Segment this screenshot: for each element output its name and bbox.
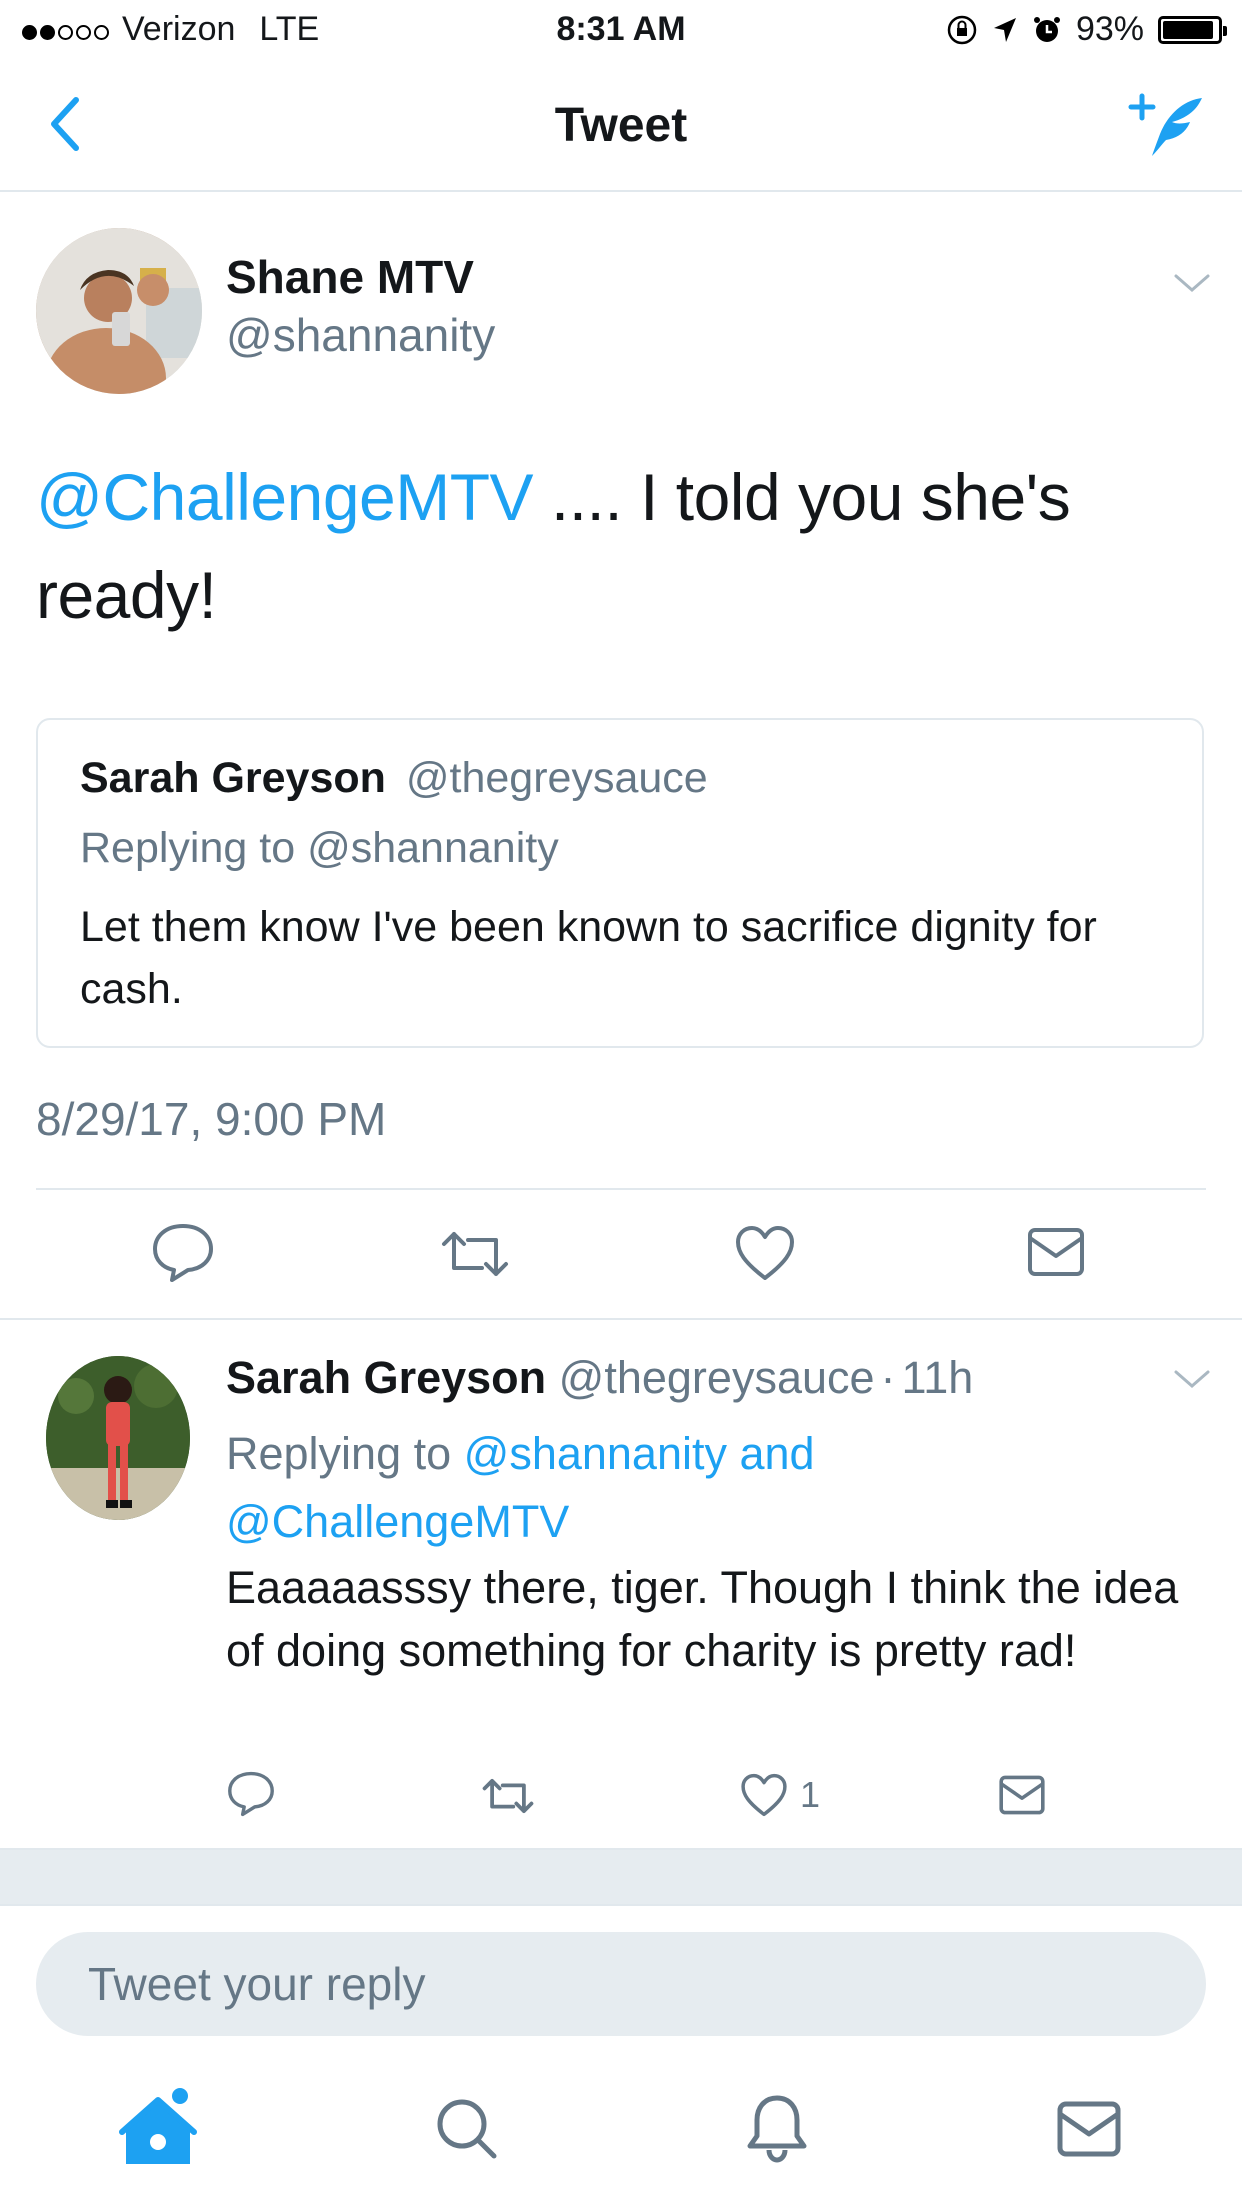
reply-like-action[interactable]: 1 — [740, 1772, 820, 1818]
divider — [0, 1318, 1242, 1320]
reply-input[interactable] — [36, 1932, 1206, 2036]
quoted-replying-to: Replying to @shannanity — [80, 824, 559, 872]
reply-age: 11h — [901, 1352, 974, 1403]
reply-icon[interactable] — [226, 1770, 276, 1818]
mention-link[interactable]: @ChallengeMTV — [36, 460, 534, 534]
author-handle[interactable]: @shannanity — [226, 308, 495, 362]
navigation-bar: Tweet — [0, 62, 1242, 192]
direct-message-icon[interactable] — [998, 1774, 1046, 1816]
home-icon[interactable] — [118, 2086, 198, 2172]
avatar-photo — [46, 1356, 190, 1520]
messages-icon[interactable] — [1056, 2100, 1122, 2158]
quoted-tweet-header: Sarah Greyson @thegreysauce — [80, 754, 708, 803]
tab-bar — [0, 2060, 1242, 2208]
status-bar: Verizon LTE 8:31 AM 93% — [0, 0, 1242, 62]
divider — [0, 1904, 1242, 1906]
battery-percent: 93% — [1075, 10, 1144, 48]
replying-to-prefix: Replying to — [226, 1428, 464, 1479]
compose-tweet-icon[interactable] — [1128, 92, 1208, 160]
notifications-icon[interactable] — [744, 2092, 810, 2164]
quoted-author-name: Sarah Greyson — [80, 754, 386, 802]
quoted-tweet-text: Let them know I've been known to sacrifi… — [80, 903, 1097, 1013]
reply-author-name[interactable]: Sarah Greyson — [226, 1352, 546, 1403]
search-icon[interactable] — [434, 2096, 500, 2162]
chevron-down-icon[interactable] — [1172, 270, 1212, 296]
like-count: 1 — [800, 1774, 821, 1815]
battery-icon — [1158, 15, 1227, 44]
direct-message-icon[interactable] — [1026, 1226, 1086, 1278]
quoted-author-handle: @thegreysauce — [405, 754, 708, 802]
alarm-icon — [1033, 16, 1060, 42]
divider — [36, 1188, 1206, 1190]
quoted-tweet[interactable]: Sarah Greyson @thegreysauce Replying to … — [36, 718, 1204, 1048]
reply-header: Sarah Greyson @thegreysauce · 11h — [226, 1352, 973, 1404]
reply-author-avatar[interactable] — [46, 1356, 190, 1520]
battery-fill — [1163, 20, 1214, 39]
like-icon[interactable] — [734, 1224, 796, 1282]
like-icon[interactable] — [740, 1772, 788, 1818]
author-avatar[interactable] — [36, 228, 202, 394]
replying-to-link[interactable]: @shannanity and — [464, 1428, 815, 1479]
reply-separator: · — [880, 1352, 896, 1403]
chevron-down-icon[interactable] — [1172, 1366, 1212, 1392]
thread-end-spacer — [0, 1850, 1242, 1906]
tweet-timestamp: 8/29/17, 9:00 PM — [36, 1093, 387, 1145]
page-title: Tweet — [554, 99, 688, 152]
tweet-text: @ChallengeMTV .... I told you she's read… — [36, 448, 1206, 644]
avatar-photo — [36, 228, 202, 394]
orientation-lock-icon — [947, 15, 977, 44]
location-icon — [993, 17, 1016, 42]
author-name[interactable]: Shane MTV — [226, 250, 474, 304]
reply-icon[interactable] — [150, 1222, 216, 1284]
replying-to-link[interactable]: @ChallengeMTV — [226, 1496, 569, 1547]
status-right: 93% — [946, 10, 1227, 49]
reply-author-handle[interactable]: @thegreysauce — [559, 1352, 875, 1403]
retweet-icon[interactable] — [480, 1776, 536, 1816]
reply-tweet-text: Eaaaaasssy there, tiger. Though I think … — [226, 1562, 1179, 1676]
retweet-icon[interactable] — [438, 1228, 512, 1280]
reply-replying-to: Replying to @shannanity and @ChallengeMTV — [226, 1420, 1206, 1556]
